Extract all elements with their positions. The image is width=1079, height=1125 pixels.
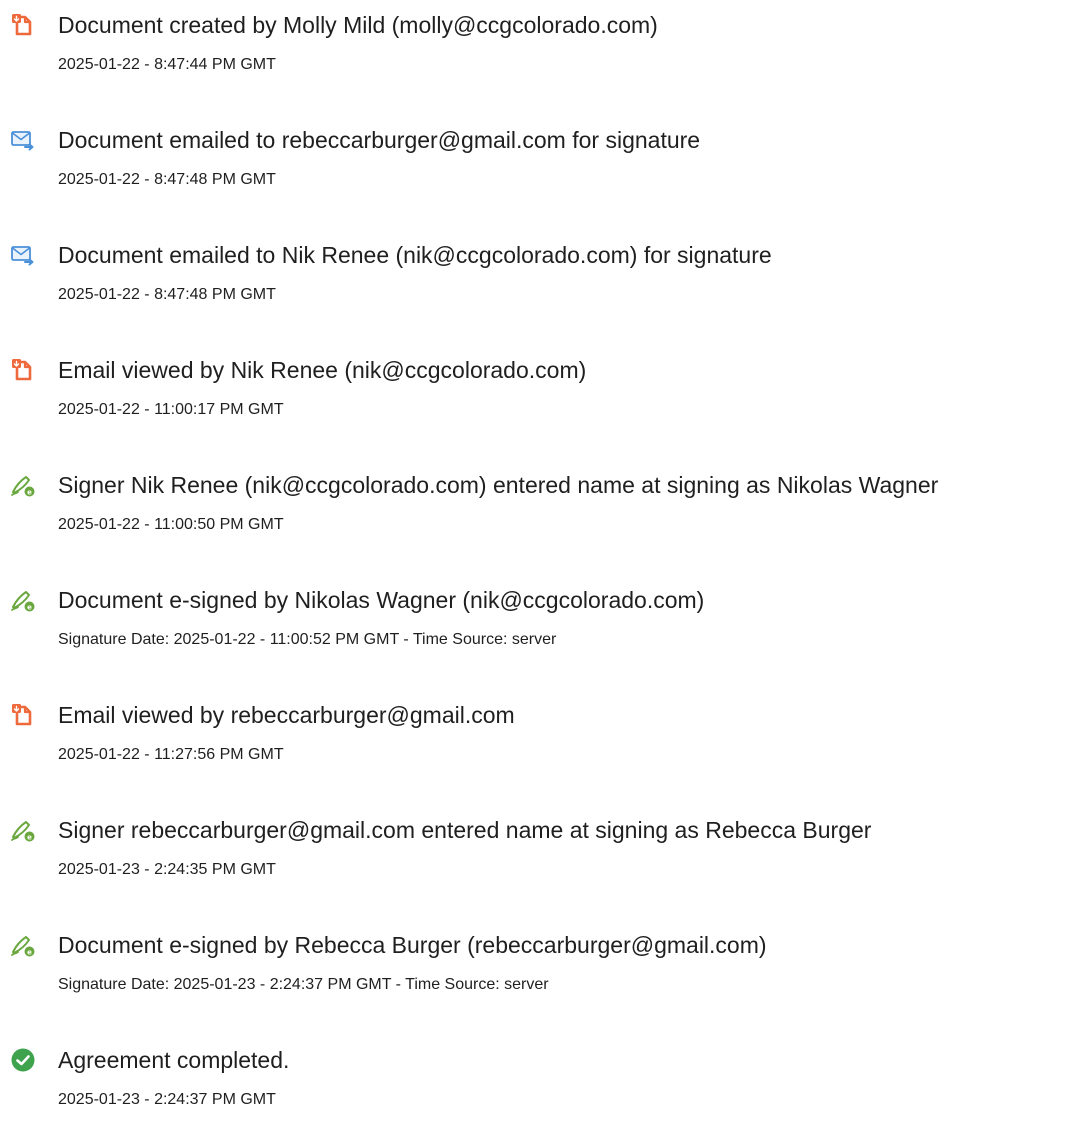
svg-text:e: e — [27, 948, 32, 956]
audit-event: e Signer rebeccarburger@gmail.com entere… — [0, 805, 1079, 895]
svg-text:e: e — [27, 833, 32, 841]
event-timestamp: 2025-01-23 - 2:24:37 PM GMT — [58, 1091, 276, 1108]
event-timestamp: 2025-01-22 - 8:47:48 PM GMT — [58, 171, 276, 188]
audit-event: e Signer Nik Renee (nik@ccgcolorado.com)… — [0, 460, 1079, 550]
event-timestamp: Signature Date: 2025-01-22 - 11:00:52 PM… — [58, 631, 557, 648]
document-icon — [10, 357, 36, 383]
event-timestamp: 2025-01-23 - 2:24:35 PM GMT — [58, 861, 276, 878]
event-title: Signer rebeccarburger@gmail.com entered … — [58, 817, 872, 843]
audit-event: Agreement completed. 2025-01-23 - 2:24:3… — [0, 1035, 1079, 1125]
event-timestamp: 2025-01-22 - 8:47:44 PM GMT — [58, 56, 276, 73]
event-timestamp: 2025-01-22 - 11:27:56 PM GMT — [58, 746, 284, 763]
document-icon — [10, 702, 36, 728]
event-title: Document emailed to Nik Renee (nik@ccgco… — [58, 242, 772, 268]
audit-event: Document created by Molly Mild (molly@cc… — [0, 0, 1079, 90]
audit-event: Email viewed by Nik Renee (nik@ccgcolora… — [0, 345, 1079, 435]
audit-event: Email viewed by rebeccarburger@gmail.com… — [0, 690, 1079, 780]
event-title: Agreement completed. — [58, 1047, 290, 1073]
esign-pen-icon: e — [10, 587, 36, 613]
event-title: Document e-signed by Rebecca Burger (reb… — [58, 932, 767, 958]
event-title: Signer Nik Renee (nik@ccgcolorado.com) e… — [58, 472, 939, 498]
event-timestamp: 2025-01-22 - 11:00:17 PM GMT — [58, 401, 284, 418]
event-title: Document emailed to rebeccarburger@gmail… — [58, 127, 701, 153]
email-send-icon — [10, 127, 36, 153]
svg-text:e: e — [27, 603, 32, 611]
svg-text:e: e — [27, 488, 32, 496]
audit-event: Document emailed to rebeccarburger@gmail… — [0, 115, 1079, 205]
event-timestamp: 2025-01-22 - 8:47:48 PM GMT — [58, 286, 276, 303]
event-timestamp: Signature Date: 2025-01-23 - 2:24:37 PM … — [58, 976, 549, 993]
audit-event: Document emailed to Nik Renee (nik@ccgco… — [0, 230, 1079, 320]
esign-pen-icon: e — [10, 932, 36, 958]
audit-event: e Document e-signed by Rebecca Burger (r… — [0, 920, 1079, 1010]
document-icon — [10, 12, 36, 38]
check-circle-icon — [10, 1047, 36, 1073]
email-send-icon — [10, 242, 36, 268]
audit-event: e Document e-signed by Nikolas Wagner (n… — [0, 575, 1079, 665]
esign-pen-icon: e — [10, 472, 36, 498]
esign-pen-icon: e — [10, 817, 36, 843]
event-title: Document created by Molly Mild (molly@cc… — [58, 12, 658, 38]
event-title: Email viewed by rebeccarburger@gmail.com — [58, 702, 515, 728]
event-title: Email viewed by Nik Renee (nik@ccgcolora… — [58, 357, 587, 383]
event-title: Document e-signed by Nikolas Wagner (nik… — [58, 587, 705, 613]
event-timestamp: 2025-01-22 - 11:00:50 PM GMT — [58, 516, 284, 533]
